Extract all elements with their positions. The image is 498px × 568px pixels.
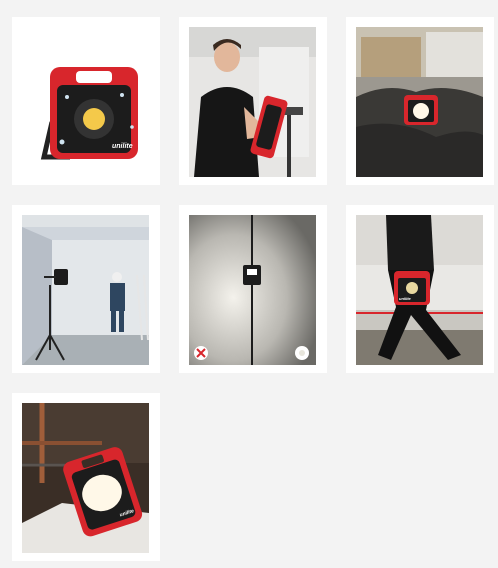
gallery-item-6[interactable]: unilite bbox=[346, 205, 494, 373]
gallery-item-3[interactable] bbox=[346, 17, 494, 185]
floodlight-pipes-image: unilite bbox=[22, 403, 149, 553]
construction-site-image bbox=[356, 27, 483, 177]
brand-label: unilite bbox=[399, 296, 412, 301]
brand-label: unilite bbox=[112, 143, 133, 150]
gallery-item-2[interactable] bbox=[179, 17, 327, 185]
photo-beam-dark-room bbox=[189, 215, 316, 365]
gallery-item-1[interactable]: unilite bbox=[12, 17, 160, 185]
photo-construction-site bbox=[356, 27, 483, 177]
floodlight-image: unilite bbox=[22, 27, 149, 177]
product-image-floodlight-wet: unilite bbox=[22, 27, 149, 177]
beam-comparison-image bbox=[189, 215, 316, 365]
photo-person-carrying: unilite bbox=[356, 215, 483, 365]
photo-tripod-room bbox=[22, 215, 149, 365]
man-holding-floodlight-image bbox=[189, 27, 316, 177]
gallery-item-5[interactable] bbox=[179, 205, 327, 373]
gallery-item-7[interactable]: unilite bbox=[12, 393, 160, 561]
photo-man-holding-floodlight bbox=[189, 27, 316, 177]
gallery-item-4[interactable] bbox=[12, 205, 160, 373]
photo-floodlight-pipes: unilite bbox=[22, 403, 149, 553]
tripod-room-image bbox=[22, 215, 149, 365]
person-carrying-image: unilite bbox=[356, 215, 483, 365]
